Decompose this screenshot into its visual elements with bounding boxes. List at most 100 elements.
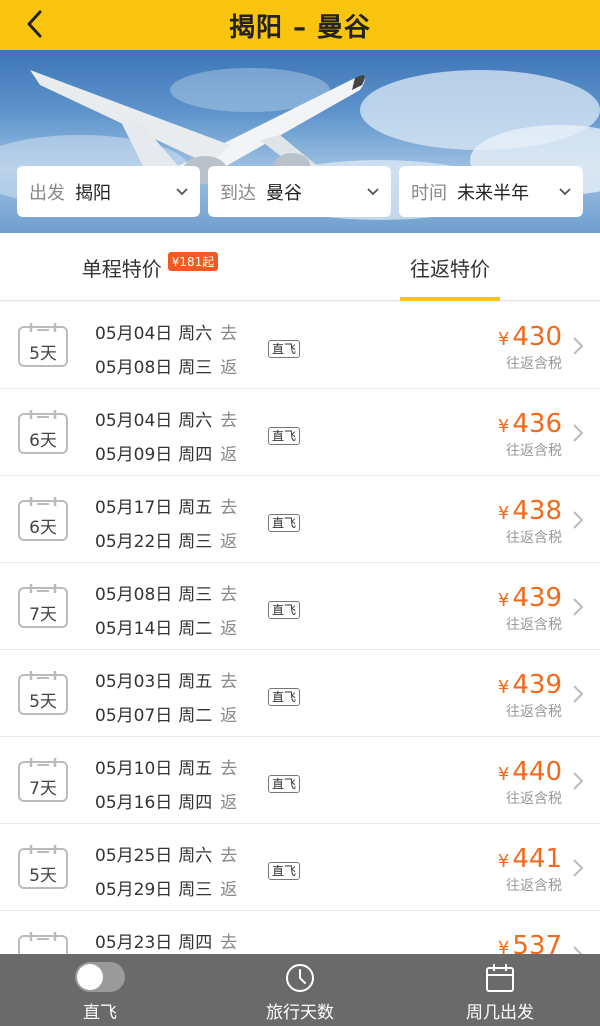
return-weekday: 周三 — [178, 358, 213, 378]
outbound-direction: 去 — [220, 759, 238, 779]
return-direction: 返 — [220, 793, 238, 813]
return-date: 05月16日 — [95, 793, 173, 813]
currency-symbol: ¥ — [497, 764, 510, 785]
trip-days-filter[interactable]: 旅行天数 — [200, 954, 400, 1026]
return-weekday: 周四 — [178, 445, 213, 465]
outbound-date: 05月08日 — [95, 585, 173, 605]
outbound-date: 05月23日 — [95, 933, 173, 953]
outbound-date: 05月04日 — [95, 411, 173, 431]
trip-days: 6天 — [29, 431, 57, 451]
departure-value: 揭阳 — [75, 182, 111, 204]
return-info: 05月14日 周二返 — [95, 614, 237, 639]
direct-flight-tag: 直飞 — [268, 862, 301, 880]
tab-round-trip[interactable]: 往返特价 — [300, 233, 600, 301]
outbound-date: 05月10日 — [95, 759, 173, 779]
outbound-info: 05月25日 周六去 — [95, 841, 237, 866]
outbound-weekday: 周五 — [178, 498, 213, 518]
tab-round-trip-label: 往返特价 — [410, 256, 490, 281]
outbound-info: 05月04日 周六去 — [95, 406, 237, 431]
trip-days: 5天 — [29, 866, 57, 886]
fare-price: ¥436 — [498, 409, 562, 439]
currency-symbol: ¥ — [497, 329, 510, 350]
return-weekday: 周三 — [178, 532, 213, 552]
trip-days: 7天 — [29, 779, 57, 799]
fare-price: ¥439 — [498, 583, 562, 613]
return-date: 05月22日 — [95, 532, 173, 552]
chevron-right-icon — [573, 946, 583, 954]
return-direction: 返 — [220, 706, 238, 726]
fare-row[interactable]: 5天 05月03日 周五去 05月07日 周二返 直飞 ¥439 往返含税 — [0, 650, 600, 737]
time-select[interactable]: 时间 未来半年 — [399, 166, 583, 217]
chevron-right-icon — [573, 772, 584, 790]
return-date: 05月14日 — [95, 619, 173, 639]
outbound-direction: 去 — [220, 324, 238, 344]
fare-price: ¥537 — [498, 931, 562, 954]
fare-row[interactable]: 5天 05月25日 周六去 05月29日 周三返 直飞 ¥441 往返含税 — [0, 824, 600, 911]
arrival-select[interactable]: 到达 曼谷 — [208, 166, 391, 217]
weekday-filter[interactable]: 周几出发 — [400, 954, 600, 1026]
outbound-direction: 去 — [220, 672, 238, 692]
trip-days-label: 旅行天数 — [266, 1003, 334, 1023]
outbound-weekday: 周六 — [178, 411, 213, 431]
fare-row[interactable]: 7天 05月08日 周三去 05月14日 周二返 直飞 ¥439 往返含税 — [0, 563, 600, 650]
direct-flight-tag: 直飞 — [268, 775, 301, 793]
fare-row[interactable]: 5天 05月04日 周六去 05月08日 周三返 直飞 ¥430 往返含税 — [0, 302, 600, 389]
price-value: 440 — [512, 757, 562, 787]
return-info: 05月07日 周二返 — [95, 701, 237, 726]
chevron-right-icon — [573, 685, 584, 703]
price-value: 441 — [512, 844, 562, 874]
chevron-right-icon — [573, 859, 584, 877]
tab-one-way[interactable]: 单程特价 ¥181起 — [0, 233, 300, 301]
return-direction: 返 — [220, 445, 238, 465]
fare-price: ¥441 — [498, 844, 562, 874]
outbound-direction: 去 — [220, 498, 238, 518]
fare-price: ¥439 — [498, 670, 562, 700]
return-info: 05月22日 周三返 — [95, 527, 237, 552]
back-arrow-icon[interactable] — [20, 8, 52, 40]
return-date: 05月08日 — [95, 358, 173, 378]
price-value: 430 — [512, 322, 562, 352]
chevron-right-icon — [573, 424, 584, 442]
toggle-knob — [77, 964, 103, 990]
fare-price: ¥430 — [498, 322, 562, 352]
outbound-date: 05月25日 — [95, 846, 173, 866]
return-date: 05月09日 — [95, 445, 173, 465]
return-direction: 返 — [220, 880, 238, 900]
direct-filter-label: 直飞 — [83, 1003, 117, 1023]
fare-row[interactable]: 6天 05月04日 周六去 05月09日 周四返 直飞 ¥436 往返含税 — [0, 389, 600, 476]
fare-row[interactable]: 05月23日 周四去 ¥537 — [0, 911, 600, 954]
chevron-right-icon — [573, 598, 584, 616]
price-value: 438 — [512, 496, 562, 526]
fare-price: ¥440 — [498, 757, 562, 787]
clock-icon — [286, 964, 314, 992]
arrival-label: 到达 — [220, 182, 256, 204]
departure-select[interactable]: 出发 揭阳 — [17, 166, 200, 217]
fare-row[interactable]: 7天 05月10日 周五去 05月16日 周四返 直飞 ¥440 往返含税 — [0, 737, 600, 824]
outbound-weekday: 周五 — [178, 672, 213, 692]
price-value: 439 — [512, 670, 562, 700]
outbound-date: 05月03日 — [95, 672, 173, 692]
lowest-price-badge: ¥181起 — [167, 251, 219, 271]
return-info: 05月09日 周四返 — [95, 440, 237, 465]
outbound-date: 05月04日 — [95, 324, 173, 344]
direct-flight-filter[interactable]: 直飞 — [0, 954, 200, 1026]
return-info: 05月29日 周三返 — [95, 875, 237, 900]
fare-row[interactable]: 6天 05月17日 周五去 05月22日 周三返 直飞 ¥438 往返含税 — [0, 476, 600, 563]
filter-selects: 出发 揭阳 到达 曼谷 时间 未来半年 — [17, 166, 583, 217]
return-weekday: 周四 — [178, 793, 213, 813]
chevron-down-icon — [176, 188, 188, 196]
bottom-filter-bar: 直飞 旅行天数 周几出发 — [0, 954, 600, 1026]
return-date: 05月07日 — [95, 706, 173, 726]
return-direction: 返 — [220, 358, 238, 378]
outbound-weekday: 周五 — [178, 759, 213, 779]
airplane-banner: 出发 揭阳 到达 曼谷 时间 未来半年 — [0, 50, 600, 233]
outbound-info: 05月04日 周六去 — [95, 319, 237, 344]
return-date: 05月29日 — [95, 880, 173, 900]
chevron-down-icon — [367, 188, 379, 196]
nav-header: 揭阳 – 曼谷 — [0, 0, 600, 50]
toggle-switch[interactable] — [75, 962, 125, 992]
return-direction: 返 — [220, 619, 238, 639]
currency-symbol: ¥ — [497, 938, 510, 954]
weekday-label: 周几出发 — [466, 1003, 534, 1023]
return-info: 05月08日 周三返 — [95, 353, 237, 378]
